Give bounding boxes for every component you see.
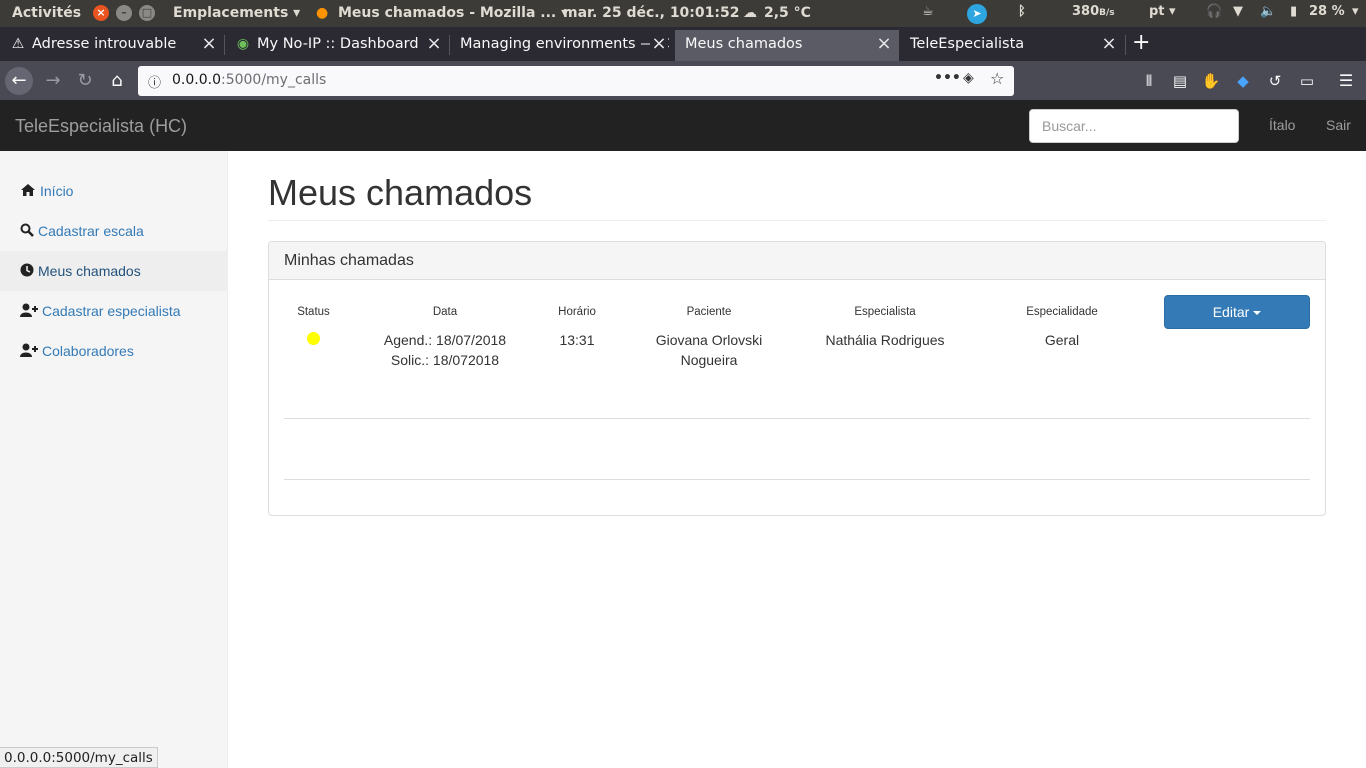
column-header-especialidade: Especialidade xyxy=(1026,306,1098,318)
screenshot-icon[interactable]: ▭ xyxy=(1293,67,1321,95)
call-patient: Giovana Orlovski Nogueira xyxy=(655,332,763,368)
status-indicator xyxy=(307,332,320,345)
close-tab-icon[interactable]: × xyxy=(650,30,668,58)
sidebar-item-label: Cadastrar especialista xyxy=(42,303,181,319)
language-menu[interactable]: pt ▾ xyxy=(1149,4,1176,19)
wifi-icon[interactable]: ▼ xyxy=(1233,4,1243,19)
home-button[interactable]: ⌂ xyxy=(103,67,131,95)
extension-gnome-icon[interactable]: ✋ xyxy=(1197,67,1225,95)
firefox-icon: ● xyxy=(316,5,329,21)
column-header-especialista: Especialista xyxy=(854,306,916,318)
app-navbar: TeleEspecialista (HC) Ítalo Sair xyxy=(0,100,1366,151)
app-menu[interactable]: Meus chamados - Mozilla ... ▾ xyxy=(338,5,568,21)
weather-icon: ☁ xyxy=(743,5,757,21)
edit-dropdown-button[interactable]: Editar xyxy=(1164,295,1310,329)
panel-title: Minhas chamadas xyxy=(269,242,1325,280)
sidebar-item-label: Cadastrar escala xyxy=(38,223,144,239)
sidebar-item-label: Colaboradores xyxy=(42,343,134,359)
page-actions-icon[interactable]: ••• xyxy=(934,70,961,86)
row-divider xyxy=(284,479,1310,480)
caret-down-icon xyxy=(1253,311,1262,316)
sidebar-item-label: Meus chamados xyxy=(38,263,141,279)
divider xyxy=(268,220,1326,221)
close-window-icon[interactable]: × xyxy=(93,5,109,21)
call-date: Agend.: 18/07/2018 Solic.: 18/072018 xyxy=(383,332,507,368)
bookmark-star-icon[interactable]: ☆ xyxy=(990,69,1004,88)
column-header-status: Status xyxy=(297,306,330,318)
tab-meus-chamados[interactable]: Meus chamados × xyxy=(675,30,899,61)
sidebar-toggle-icon[interactable]: ▤ xyxy=(1166,67,1194,95)
sidebar-item-label: Início xyxy=(40,183,74,199)
column-header-horario: Horário xyxy=(558,306,596,318)
weather-temp[interactable]: 2,5 °C xyxy=(764,5,811,21)
maximize-window-icon[interactable]: □ xyxy=(139,5,155,21)
net-speed[interactable]: 380B/s xyxy=(1072,4,1115,19)
sidebar-item-colaboradores[interactable]: Colaboradores xyxy=(0,331,227,371)
close-tab-icon[interactable]: × xyxy=(425,30,443,58)
call-specialty: Geral xyxy=(1044,332,1080,348)
reload-button[interactable]: ↻ xyxy=(71,67,99,95)
close-tab-icon[interactable]: × xyxy=(875,30,893,58)
system-top-bar: Activités × – □ Emplacements ▾ ● Meus ch… xyxy=(0,0,1366,27)
battery-level[interactable]: 28 % xyxy=(1309,4,1345,19)
url-bar[interactable]: ⓘ 0.0.0.0:5000/my_calls ••• ◈ ☆ xyxy=(138,66,1014,96)
column-header-paciente: Paciente xyxy=(686,306,732,318)
tab-managing-environments[interactable]: Managing environments — C × xyxy=(450,30,674,61)
headphones-icon[interactable]: 🎧 xyxy=(1206,4,1222,19)
sidebar-item-cadastrar-especialista[interactable]: Cadastrar especialista xyxy=(0,291,227,331)
close-tab-icon[interactable]: × xyxy=(1100,30,1118,58)
sidebar: Início Cadastrar escala Meus chamados Ca… xyxy=(0,151,228,768)
sidebar-item-cadastrar-escala[interactable]: Cadastrar escala xyxy=(0,211,227,251)
clock-icon xyxy=(20,263,36,279)
forward-button[interactable]: → xyxy=(39,67,67,95)
warning-icon: ⚠ xyxy=(11,36,25,52)
extension-shield-icon[interactable]: ◆ xyxy=(1229,67,1257,95)
battery-icon[interactable]: ▮ xyxy=(1290,4,1297,19)
search-icon xyxy=(20,223,36,239)
tab-teleespecialista[interactable]: TeleEspecialista × xyxy=(900,30,1124,61)
call-time: 13:31 xyxy=(559,332,595,348)
user-link[interactable]: Ítalo xyxy=(1269,117,1295,133)
menu-icon[interactable]: ☰ xyxy=(1332,67,1360,95)
library-icon[interactable]: ⫴ xyxy=(1135,67,1163,95)
close-tab-icon[interactable]: × xyxy=(200,30,218,58)
row-divider xyxy=(284,418,1310,419)
bluetooth-icon[interactable]: ᛒ xyxy=(1018,4,1026,19)
user-add-icon xyxy=(20,303,38,319)
activities-button[interactable]: Activités xyxy=(12,5,81,21)
info-icon[interactable]: ⓘ xyxy=(148,72,161,91)
status-bar-url: 0.0.0.0:5000/my_calls xyxy=(0,747,158,768)
pocket-icon[interactable]: ◈ xyxy=(963,70,974,86)
back-button[interactable]: ← xyxy=(5,67,33,95)
system-menu-icon[interactable]: ▾ xyxy=(1352,4,1359,19)
minimize-window-icon[interactable]: – xyxy=(116,5,132,21)
search-input[interactable] xyxy=(1029,109,1239,143)
call-specialist: Nathália Rodrigues xyxy=(825,332,945,348)
url-text[interactable]: 0.0.0.0:5000/my_calls xyxy=(172,72,326,88)
brand[interactable]: TeleEspecialista (HC) xyxy=(15,116,187,137)
page-title: Meus chamados xyxy=(268,172,533,213)
home-icon xyxy=(20,183,36,199)
tab-noip-dashboard[interactable]: ◉ My No-IP :: Dashboard × xyxy=(225,30,449,61)
clock[interactable]: mar. 25 déc., 10:01:52 xyxy=(563,5,739,21)
tab-adresse-introuvable[interactable]: ⚠ Adresse introuvable × xyxy=(0,30,224,61)
telegram-icon[interactable]: ➤ xyxy=(967,4,987,24)
browser-nav-bar: ← → ↻ ⌂ ⓘ 0.0.0.0:5000/my_calls ••• ◈ ☆ … xyxy=(0,61,1366,100)
logout-link[interactable]: Sair xyxy=(1326,117,1351,133)
user-add-icon xyxy=(20,343,38,359)
new-tab-button[interactable]: + xyxy=(1127,30,1157,61)
calls-panel: Minhas chamadas Status Data Horário Paci… xyxy=(268,241,1326,516)
places-menu[interactable]: Emplacements ▾ xyxy=(173,5,300,21)
history-icon[interactable]: ↺ xyxy=(1261,67,1289,95)
sidebar-item-meus-chamados[interactable]: Meus chamados xyxy=(0,251,227,291)
browser-tab-bar: ⚠ Adresse introuvable × ◉ My No-IP :: Dash… xyxy=(0,27,1366,61)
noip-icon: ◉ xyxy=(236,36,250,52)
volume-icon[interactable]: 🔈 xyxy=(1260,4,1276,19)
coffee-icon[interactable]: ☕ xyxy=(922,4,934,19)
sidebar-item-inicio[interactable]: Início xyxy=(0,171,227,211)
column-header-data: Data xyxy=(432,306,458,318)
